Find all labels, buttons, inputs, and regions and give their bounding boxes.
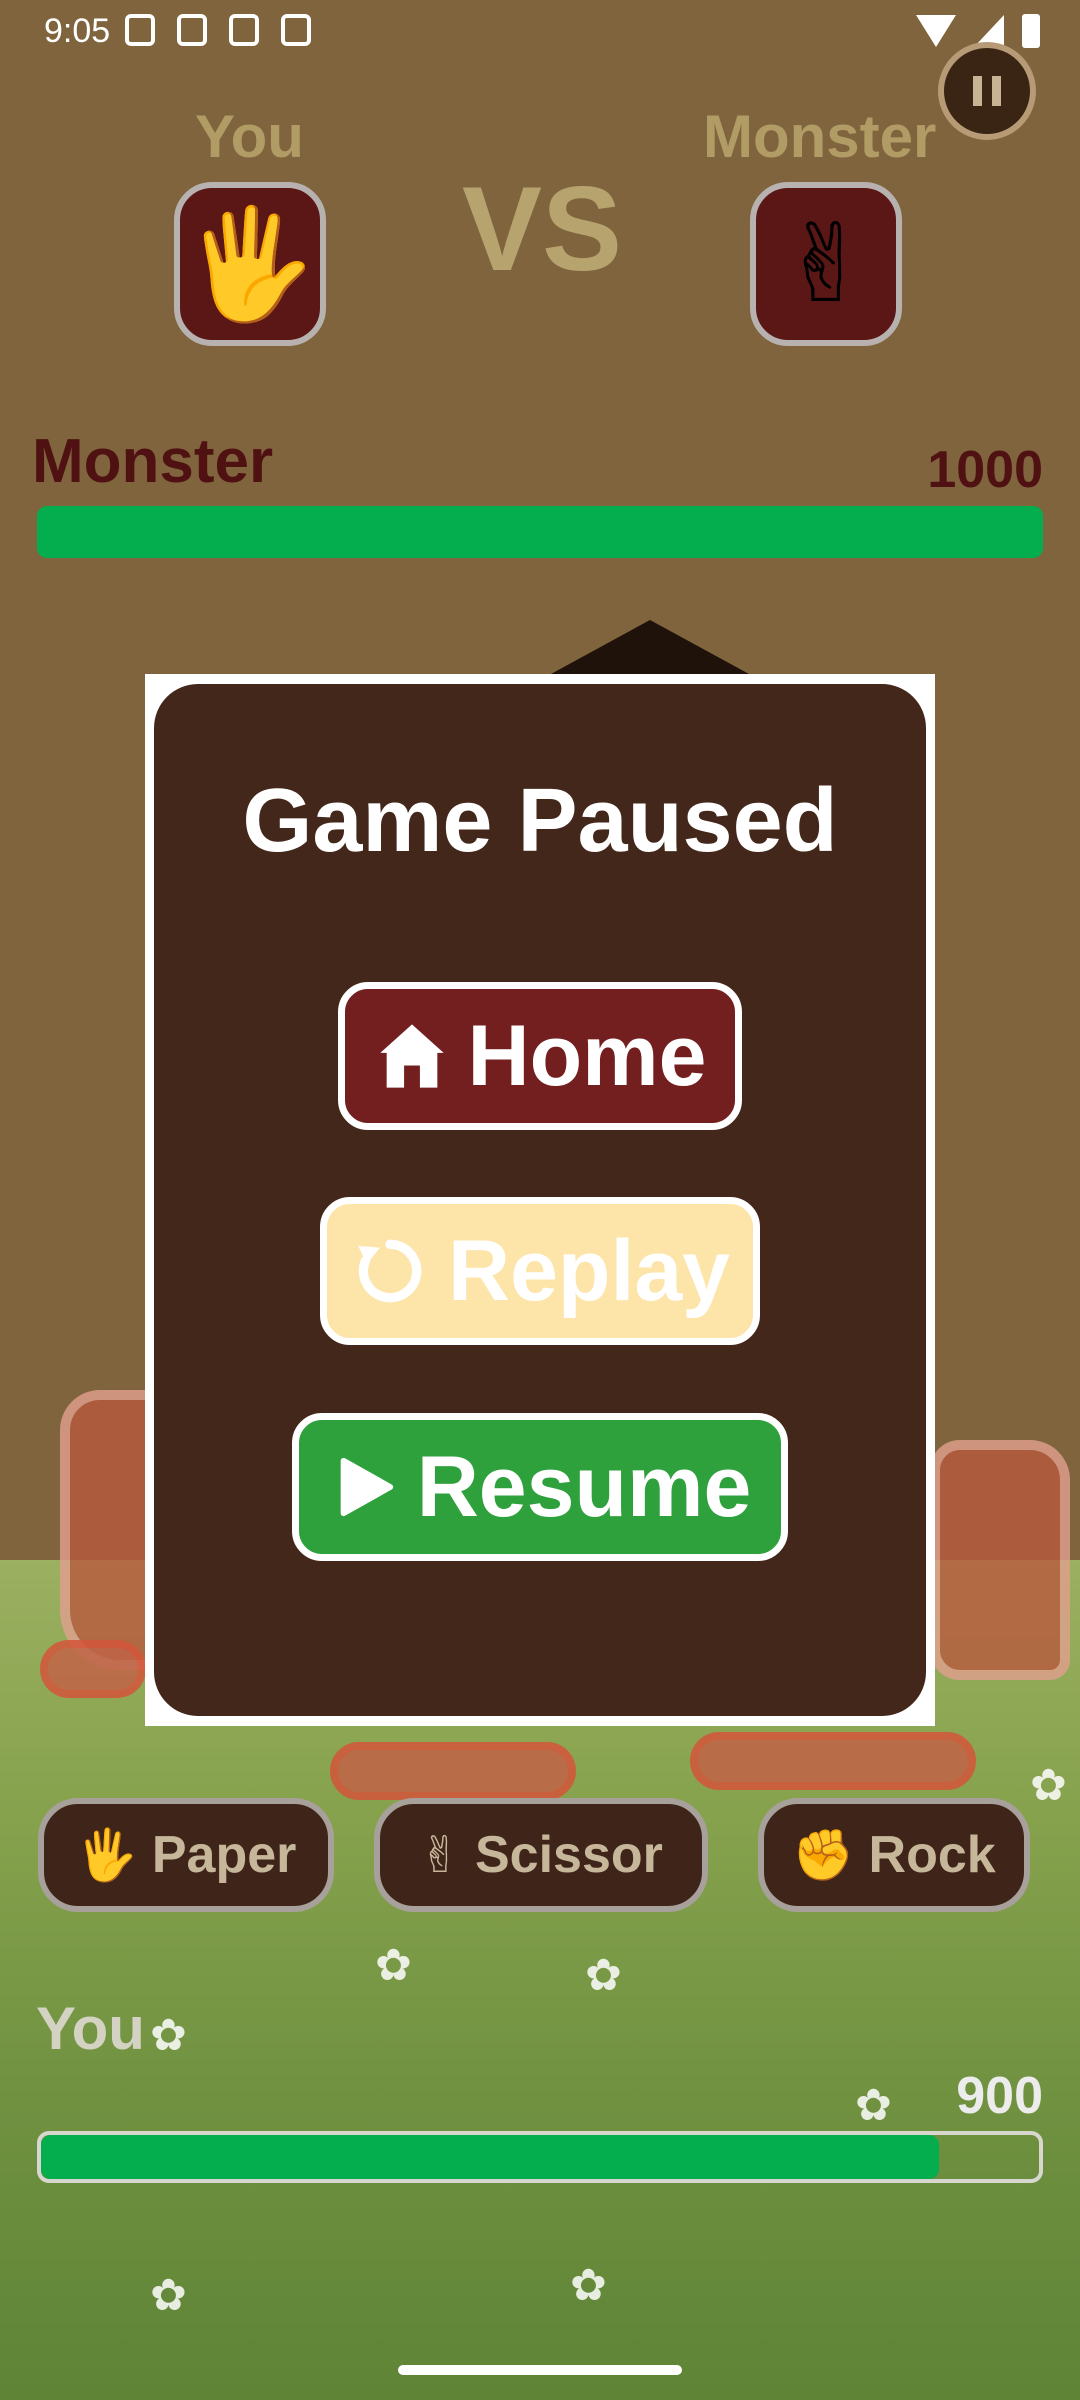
replay-icon [358,1239,422,1303]
replay-button[interactable]: Replay [320,1197,760,1345]
gesture-nav-bar[interactable] [398,2365,682,2375]
home-icon [379,1024,444,1088]
resume-button-label: Resume [416,1438,752,1535]
replay-button-label: Replay [447,1222,731,1319]
home-button[interactable]: Home [338,982,742,1130]
play-icon [340,1457,393,1517]
home-button-label: Home [467,1007,707,1104]
pause-dialog-title: Game Paused [242,771,838,871]
resume-button[interactable]: Resume [292,1413,788,1561]
